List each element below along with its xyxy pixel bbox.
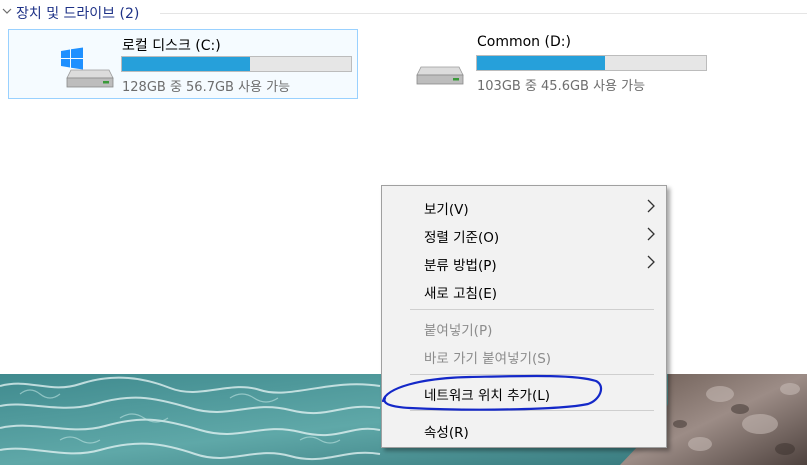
drive-tile-d[interactable]: Common (D:) 103GB 중 45.6GB 사용 가능 [363,29,713,99]
drive-name: 로컬 디스크 (C:) [122,38,221,54]
menu-separator [410,374,654,375]
section-title: 장치 및 드라이브 (2) [16,6,140,22]
drive-free-space: 103GB 중 45.6GB 사용 가능 [477,79,646,94]
menu-item-label: 바로 가기 붙여넣기(S) [424,351,552,367]
menu-item-view[interactable]: 보기(V) [382,193,666,220]
menu-item-label: 새로 고침(E) [424,286,498,302]
menu-item-label: 속성(R) [424,425,469,441]
menu-item-group-by[interactable]: 분류 방법(P) [382,249,666,276]
drive-icon [416,66,464,85]
menu-item-sort-by[interactable]: 정렬 기준(O) [382,221,666,248]
chevron-right-icon [647,199,655,213]
menu-item-paste[interactable]: 붙여넣기(P) [382,314,666,341]
menu-item-label: 붙여넣기(P) [424,323,493,339]
drive-usage-bar [476,55,707,71]
menu-separator [410,309,654,310]
chevron-right-icon [647,255,655,269]
menu-item-label: 정렬 기준(O) [424,230,500,246]
chevron-right-icon [647,227,655,241]
drive-usage-bar [121,56,352,72]
context-menu: 보기(V) 정렬 기준(O) 분류 방법(P) 새로 고침(E) 붙여넣기(P)… [381,185,667,448]
section-header-devices[interactable]: 장치 및 드라이브 (2) [0,0,807,26]
drive-name: Common (D:) [477,34,571,50]
menu-separator [410,410,654,411]
section-divider [160,13,807,14]
menu-item-label: 네트워크 위치 추가(L) [424,388,550,404]
menu-item-label: 분류 방법(P) [424,258,497,274]
windows-drive-icon [61,47,114,88]
menu-item-paste-shortcut[interactable]: 바로 가기 붙여넣기(S) [382,342,666,369]
menu-item-refresh[interactable]: 새로 고침(E) [382,277,666,304]
menu-item-add-network-location[interactable]: 네트워크 위치 추가(L) [382,379,666,406]
drive-free-space: 128GB 중 56.7GB 사용 가능 [122,80,291,95]
chevron-down-icon[interactable] [1,5,13,17]
menu-item-properties[interactable]: 속성(R) [382,416,666,443]
drive-tile-c[interactable]: 로컬 디스크 (C:) 128GB 중 56.7GB 사용 가능 [8,29,358,99]
menu-item-label: 보기(V) [424,202,469,218]
drive-usage-fill [122,57,250,71]
drive-usage-fill [477,56,605,70]
